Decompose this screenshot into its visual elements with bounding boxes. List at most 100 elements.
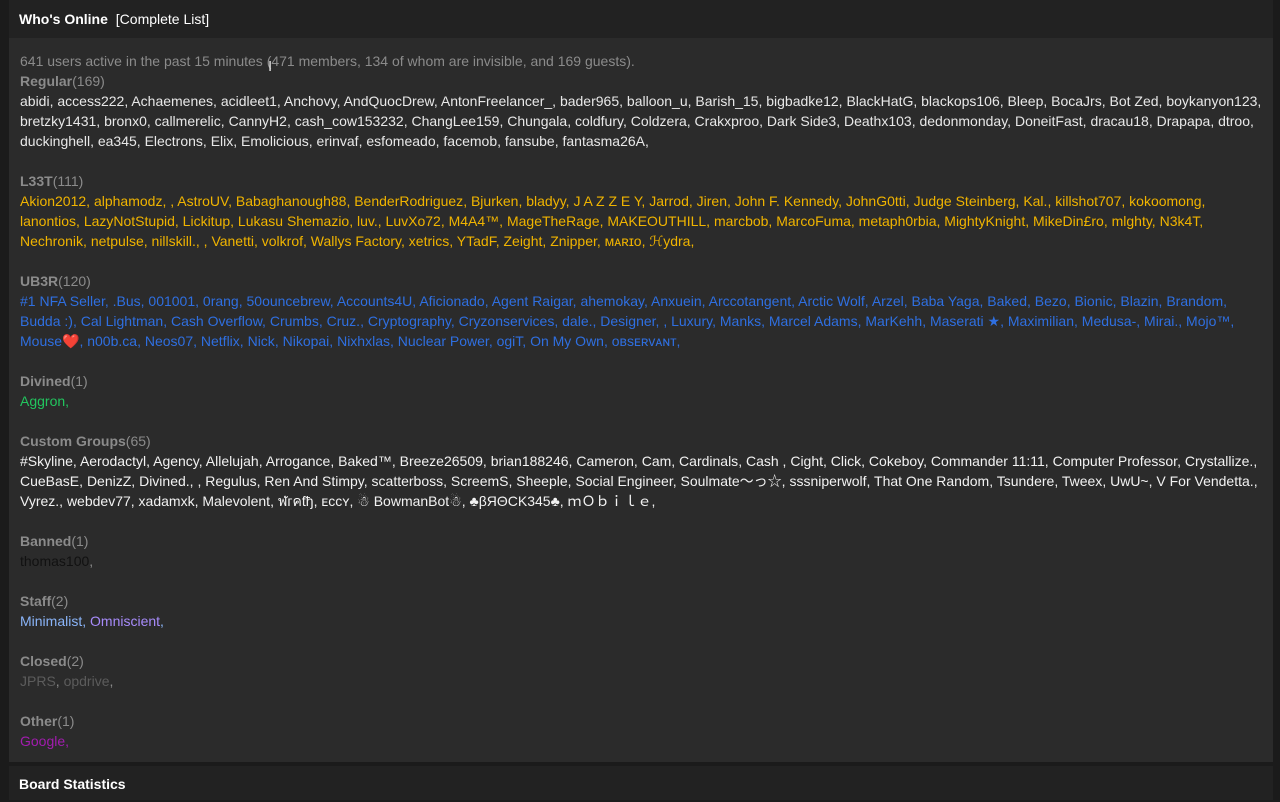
user-link[interactable]: killshot707: [1055, 193, 1121, 209]
user-link[interactable]: Cokeboy: [869, 453, 923, 469]
user-link[interactable]: LazyNotStupid: [84, 213, 175, 229]
user-link[interactable]: Babaghanough88: [236, 193, 347, 209]
user-link[interactable]: Medusa-: [1082, 313, 1136, 329]
user-link[interactable]: coldfury: [575, 113, 623, 129]
user-link[interactable]: Cight: [790, 453, 823, 469]
user-link[interactable]: Omniscient: [90, 613, 160, 629]
user-link[interactable]: access222: [57, 93, 124, 109]
user-link[interactable]: V For Vendetta.: [1156, 473, 1253, 489]
user-link[interactable]: marcbob: [714, 213, 768, 229]
user-link[interactable]: Aerodactyl: [80, 453, 146, 469]
user-link[interactable]: Baked: [987, 293, 1027, 309]
user-link[interactable]: John F. Kennedy: [735, 193, 838, 209]
user-link[interactable]: dale.: [562, 313, 592, 329]
user-link[interactable]: BenderRodriguez: [354, 193, 463, 209]
user-link[interactable]: AstroUV: [177, 193, 228, 209]
user-link[interactable]: Regulus: [205, 473, 256, 489]
user-link[interactable]: ♣βЯΘCK345♣: [470, 493, 560, 509]
user-link[interactable]: Marcel Adams: [769, 313, 858, 329]
user-link[interactable]: abidi: [20, 93, 50, 109]
user-link[interactable]: netpulse: [91, 233, 144, 249]
user-link[interactable]: boykanyon123: [1166, 93, 1257, 109]
user-link[interactable]: Nikopai: [283, 333, 330, 349]
user-link[interactable]: Mirai.: [1144, 313, 1178, 329]
user-link[interactable]: Crumbs: [270, 313, 319, 329]
user-link[interactable]: UwU~: [1110, 473, 1149, 489]
user-link[interactable]: ｍＯｂｉｌｅ: [568, 493, 652, 509]
user-link[interactable]: CueBasE: [20, 473, 79, 489]
user-link[interactable]: cash_cow153232: [295, 113, 404, 129]
user-link[interactable]: Lukasu Shemazio: [238, 213, 349, 229]
user-link[interactable]: xetrics: [409, 233, 449, 249]
user-link[interactable]: Cardinals: [679, 453, 738, 469]
user-link[interactable]: Malevolent: [202, 493, 270, 509]
user-link[interactable]: balloon_u: [627, 93, 688, 109]
user-link[interactable]: fantasma26A: [563, 133, 646, 149]
user-link[interactable]: MAKEOUTHILL: [607, 213, 706, 229]
user-link[interactable]: Tsundere: [997, 473, 1055, 489]
user-link[interactable]: brian188246: [491, 453, 569, 469]
user-link[interactable]: Crakxproo: [695, 113, 760, 129]
user-link[interactable]: Nuclear Power: [398, 333, 489, 349]
user-link[interactable]: volkrof: [262, 233, 303, 249]
user-link[interactable]: metaph0rbia: [859, 213, 937, 229]
user-link[interactable]: That One Random: [874, 473, 989, 489]
user-link[interactable]: dtroo: [1218, 113, 1250, 129]
user-link[interactable]: Nechronik: [20, 233, 83, 249]
user-link[interactable]: Soulmate〜っ☆: [681, 473, 782, 489]
user-link[interactable]: MikeDin£ro: [1033, 213, 1104, 229]
user-link[interactable]: Computer Professor: [1053, 453, 1178, 469]
user-link[interactable]: Vanetti: [211, 233, 254, 249]
user-link[interactable]: Agent Raigar: [492, 293, 573, 309]
user-link[interactable]: YTadF: [457, 233, 496, 249]
user-link[interactable]: Maximilian: [1008, 313, 1074, 329]
user-link[interactable]: JohnG0tti: [846, 193, 906, 209]
user-link[interactable]: 50ouncebrew: [247, 293, 330, 309]
user-link[interactable]: webdev77: [67, 493, 131, 509]
user-link[interactable]: bretzky1431: [20, 113, 96, 129]
user-link[interactable]: Baba Yaga: [912, 293, 980, 309]
user-link[interactable]: ฬгคƭђ: [278, 493, 314, 509]
user-link[interactable]: Mojo™: [1186, 313, 1230, 329]
user-link[interactable]: Chungala: [507, 113, 567, 129]
user-link[interactable]: bronx0: [104, 113, 147, 129]
user-link[interactable]: MarcoFuma: [776, 213, 851, 229]
user-link[interactable]: Agency: [153, 453, 199, 469]
user-link[interactable]: luv.: [357, 213, 378, 229]
user-link[interactable]: mlghty: [1112, 213, 1152, 229]
user-link[interactable]: LuvXo72: [386, 213, 441, 229]
user-link[interactable]: ᴇᴄᴄʏ: [321, 493, 349, 509]
user-link[interactable]: ea345: [98, 133, 137, 149]
user-link[interactable]: Arctic Wolf: [798, 293, 865, 309]
user-link[interactable]: Mouse❤️: [20, 333, 79, 349]
user-link[interactable]: Anxuein: [651, 293, 702, 309]
user-link[interactable]: 0rang: [203, 293, 239, 309]
user-link[interactable]: Maserati ★: [930, 313, 1000, 329]
user-link[interactable]: Click: [831, 453, 861, 469]
user-link[interactable]: alphamodz: [94, 193, 163, 209]
user-link[interactable]: On My Own: [530, 333, 604, 349]
user-link[interactable]: Bleep: [1008, 93, 1044, 109]
user-link[interactable]: kokoomong: [1129, 193, 1201, 209]
user-link[interactable]: Neos07: [145, 333, 193, 349]
user-link[interactable]: Cameron: [576, 453, 634, 469]
user-link[interactable]: Tweex: [1062, 473, 1102, 489]
user-link[interactable]: .Bus: [113, 293, 141, 309]
user-link[interactable]: Arccotangent: [709, 293, 792, 309]
user-link[interactable]: ᴏʙsᴇʀᴠᴀɴᴛ: [612, 333, 677, 349]
user-link[interactable]: ogiT: [497, 333, 523, 349]
user-link[interactable]: 001001: [148, 293, 195, 309]
user-link[interactable]: Luxury: [671, 313, 712, 329]
user-link[interactable]: #Skyline: [20, 453, 73, 469]
user-link[interactable]: Wallys Factory: [311, 233, 401, 249]
user-link[interactable]: bader965: [560, 93, 619, 109]
user-link[interactable]: callmerelic: [155, 113, 221, 129]
user-link[interactable]: ℋydra: [649, 233, 690, 249]
user-link[interactable]: Bot Zed: [1110, 93, 1159, 109]
user-link[interactable]: Elix: [211, 133, 234, 149]
user-link[interactable]: Allelujah: [206, 453, 259, 469]
user-link[interactable]: Budda :): [20, 313, 73, 329]
user-link[interactable]: Emolicious: [241, 133, 309, 149]
user-link[interactable]: #1 NFA Seller: [20, 293, 105, 309]
user-link[interactable]: Accounts4U: [337, 293, 412, 309]
